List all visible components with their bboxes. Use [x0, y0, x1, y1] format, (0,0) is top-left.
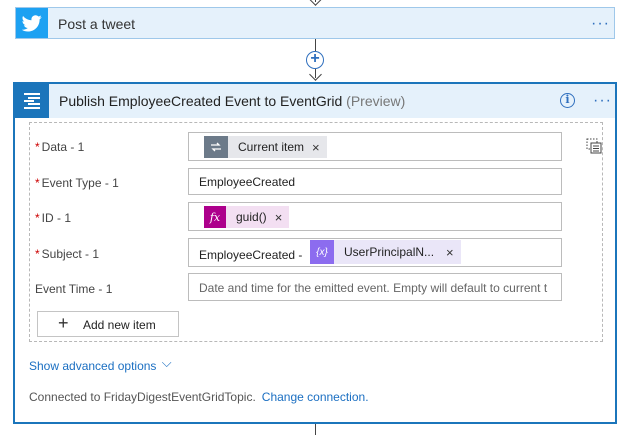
eventgrid-step-card: Publish EmployeeCreated Event to EventGr… [13, 82, 617, 424]
event-type-label: * Event Type - 1 [35, 176, 119, 190]
required-marker: * [35, 211, 40, 225]
chevron-down-icon: ⌵ [161, 355, 172, 370]
guid-expression-token[interactable]: fx guid() × [204, 206, 290, 228]
user-principal-token-label: UserPrincipalN... [344, 245, 435, 259]
plus-icon: + [58, 313, 69, 333]
current-item-token-label: Current item [238, 140, 305, 154]
connector-top-arrow [309, 0, 322, 6]
copy-array-icon[interactable] [586, 138, 602, 154]
event-time-label: Event Time - 1 [35, 282, 113, 296]
data-label: * Data - 1 [35, 140, 84, 154]
subject-input[interactable]: EmployeeCreated - {x} UserPrincipalN... … [188, 238, 562, 267]
subject-label-text: Subject - 1 [41, 247, 100, 261]
tweet-step-title: Post a tweet [58, 16, 136, 32]
variable-icon: {x} [310, 240, 334, 264]
tweet-step-menu-button[interactable]: ··· [591, 16, 610, 32]
connection-text: Connected to FridayDigestEventGridTopic. [29, 390, 256, 404]
eventgrid-step-menu-button[interactable]: ··· [593, 93, 612, 109]
id-input[interactable]: fx guid() × [188, 202, 562, 231]
eventgrid-step-header[interactable]: Publish EmployeeCreated Event to EventGr… [15, 84, 615, 118]
info-icon[interactable]: i [560, 93, 575, 108]
guid-token-label: guid() [236, 210, 267, 224]
eventgrid-icon [15, 84, 49, 118]
add-new-item-button[interactable]: + Add new item [37, 311, 179, 337]
tweet-step-card[interactable]: Post a tweet ··· [15, 7, 615, 39]
twitter-icon [16, 8, 48, 38]
connection-footer: Connected to FridayDigestEventGridTopic.… [29, 390, 369, 404]
eventgrid-step-title: Publish EmployeeCreated Event to EventGr… [59, 93, 405, 109]
required-marker: * [35, 176, 40, 190]
subject-prefix-text: EmployeeCreated - [199, 248, 303, 262]
id-label-text: ID - 1 [41, 211, 72, 225]
event-time-placeholder: Date and time for the emitted event. Emp… [199, 281, 548, 295]
current-item-token[interactable]: Current item × [204, 136, 327, 158]
connector-arrow [309, 68, 322, 81]
change-connection-link[interactable]: Change connection. [262, 390, 369, 404]
add-step-button[interactable]: + [306, 51, 324, 69]
eventgrid-step-title-text: Publish EmployeeCreated Event to EventGr… [59, 93, 343, 109]
user-principal-name-token[interactable]: {x} UserPrincipalN... × [310, 240, 461, 264]
id-label: * ID - 1 [35, 211, 71, 225]
show-advanced-options-link[interactable]: Show advanced options ⌵ [29, 355, 172, 374]
remove-token-button[interactable]: × [273, 210, 290, 225]
connector-bottom-line [315, 424, 316, 435]
foreach-loop-icon [204, 136, 228, 158]
remove-token-button[interactable]: × [310, 140, 327, 155]
data-input[interactable]: Current item × [188, 132, 562, 161]
preview-badge: (Preview) [346, 93, 406, 109]
add-new-item-label: Add new item [83, 318, 156, 332]
required-marker: * [35, 140, 40, 154]
event-time-input[interactable]: Date and time for the emitted event. Emp… [188, 273, 562, 301]
show-advanced-options-label: Show advanced options [29, 359, 157, 373]
event-type-label-text: Event Type - 1 [41, 176, 119, 190]
subject-label: * Subject - 1 [35, 247, 99, 261]
data-label-text: Data - 1 [41, 140, 85, 154]
event-type-value: EmployeeCreated [199, 175, 296, 189]
remove-token-button[interactable]: × [440, 245, 461, 260]
event-type-input[interactable]: EmployeeCreated [188, 168, 562, 195]
parameters-array-box: * Data - 1 Current item × * Event Type - 1 [29, 122, 603, 342]
required-marker: * [35, 247, 40, 261]
fx-icon: fx [204, 206, 226, 228]
